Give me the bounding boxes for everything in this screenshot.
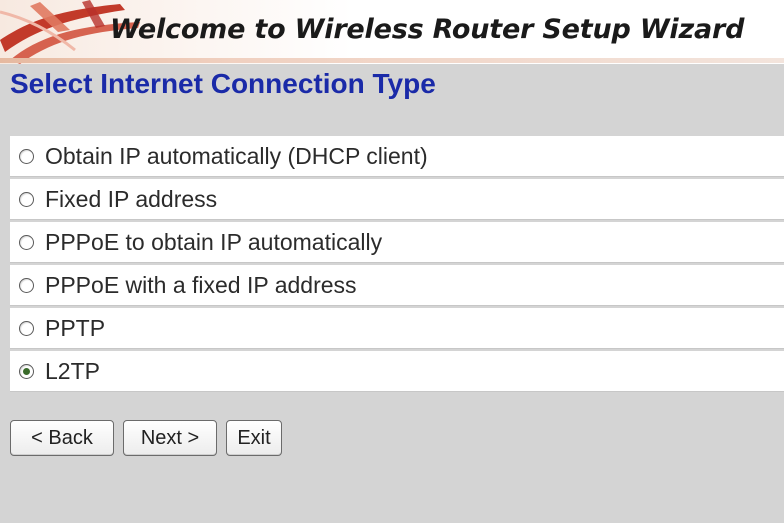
section-title: Select Internet Connection Type <box>10 68 436 99</box>
banner-accent-line <box>0 58 784 63</box>
option-pppoe-fixed[interactable]: PPPoE with a fixed IP address <box>10 265 784 306</box>
wizard-title: Welcome to Wireless Router Setup Wizard <box>110 14 745 45</box>
radio-fixed-ip[interactable] <box>19 191 34 207</box>
next-button[interactable]: Next > <box>123 420 217 456</box>
radio-l2tp[interactable] <box>19 363 34 379</box>
radio-pptp[interactable] <box>19 320 34 336</box>
option-label: PPPoE to obtain IP automatically <box>45 228 383 255</box>
radio-pppoe-auto[interactable] <box>19 234 34 250</box>
option-label: PPPoE with a fixed IP address <box>45 271 357 298</box>
radio-pppoe-fixed[interactable] <box>19 277 34 293</box>
back-button[interactable]: < Back <box>10 420 114 456</box>
option-l2tp[interactable]: L2TP <box>10 351 784 392</box>
option-label: PPTP <box>45 314 106 341</box>
setup-wizard-page: Welcome to Wireless Router Setup Wizard … <box>0 0 784 523</box>
option-label: Obtain IP automatically (DHCP client) <box>45 142 428 169</box>
option-label: L2TP <box>45 357 100 384</box>
header-banner: Welcome to Wireless Router Setup Wizard <box>0 0 784 64</box>
exit-button[interactable]: Exit <box>226 420 282 456</box>
option-fixed-ip[interactable]: Fixed IP address <box>10 179 784 220</box>
option-pppoe-auto[interactable]: PPPoE to obtain IP automatically <box>10 222 784 263</box>
radio-dhcp-client[interactable] <box>19 148 34 164</box>
connection-type-list: Obtain IP automatically (DHCP client) Fi… <box>10 136 784 394</box>
option-dhcp-client[interactable]: Obtain IP automatically (DHCP client) <box>10 136 784 177</box>
wizard-button-bar: < Back Next > Exit <box>10 420 282 456</box>
option-pptp[interactable]: PPTP <box>10 308 784 349</box>
option-label: Fixed IP address <box>45 185 218 212</box>
